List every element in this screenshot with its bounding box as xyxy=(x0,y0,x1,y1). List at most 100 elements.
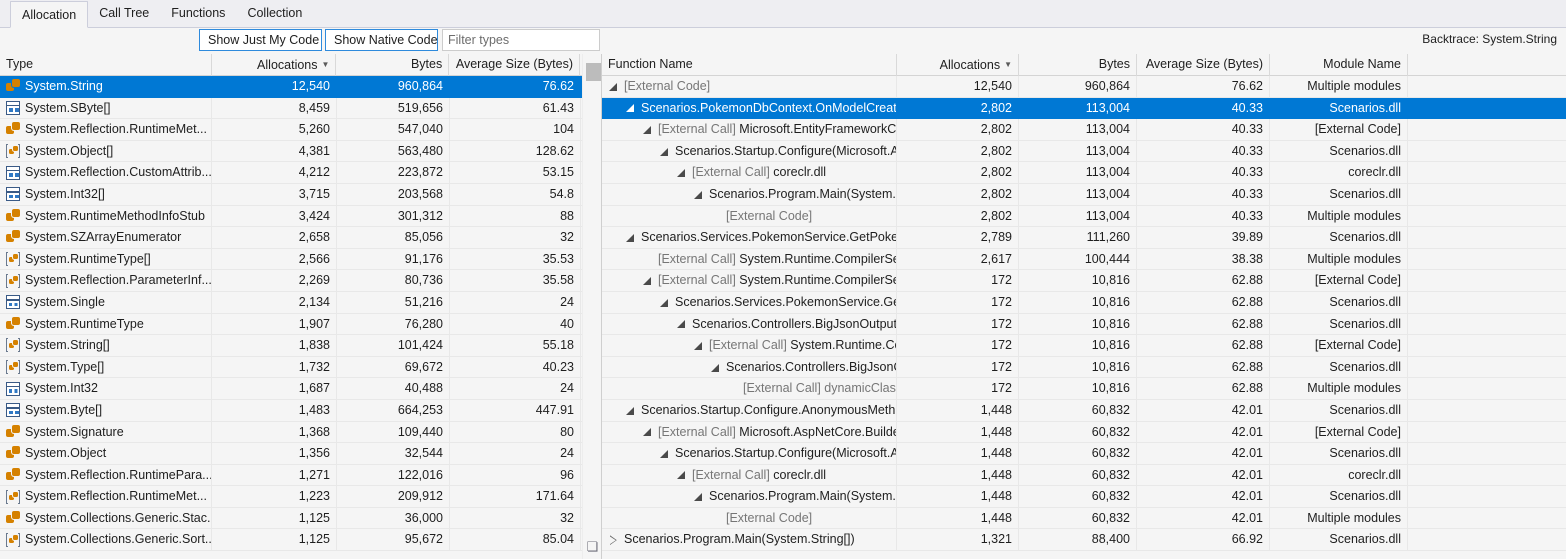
table-row[interactable]: System.Reflection.CustomAttrib... 4,212 22… xyxy=(0,162,601,184)
show-native-code-button[interactable]: Show Native Code xyxy=(325,29,438,51)
table-row[interactable]: System.Reflection.ParameterInf... 2,269 80… xyxy=(0,270,601,292)
collapse-triangle-icon[interactable] xyxy=(625,405,636,416)
tree-row[interactable]: Scenarios.PokemonDbContext.OnModelCreat.… xyxy=(602,97,1566,120)
bytes-cell: 36,000 xyxy=(337,507,450,529)
table-row[interactable]: System.Reflection.RuntimePara... 1,271 122… xyxy=(0,464,601,487)
table-row[interactable]: System.Int32 1,687 40,488 24 xyxy=(0,378,601,400)
collapse-triangle-icon[interactable] xyxy=(642,275,653,286)
bt-bytes-cell: 10,816 xyxy=(1019,378,1137,399)
table-row[interactable]: System.RuntimeMethodInfoStub 3,424 301,312… xyxy=(0,205,601,228)
collapse-triangle-icon[interactable] xyxy=(625,232,636,243)
table-row[interactable]: System.Type[] 1,732 69,672 40.23 xyxy=(0,356,601,379)
chevron-down-icon[interactable]: ❏ xyxy=(583,540,602,553)
tab-call-tree[interactable]: Call Tree xyxy=(88,0,160,27)
tree-row[interactable]: Scenarios.Startup.Configure(Microsoft.As… xyxy=(602,443,1566,465)
type-cell: System.Object[] xyxy=(0,140,212,162)
bytes-cell: 95,672 xyxy=(337,529,450,551)
collapse-triangle-icon[interactable] xyxy=(642,124,653,135)
tree-row[interactable]: [External Call] Microsoft.EntityFramewor… xyxy=(602,119,1566,141)
column-header-bytes[interactable]: Bytes xyxy=(336,54,450,76)
function-name-text: System.Runtime.CompilerSer... xyxy=(739,273,897,288)
table-row[interactable]: System.SByte[] 8,459 519,656 61.43 xyxy=(0,97,601,120)
collapse-triangle-icon[interactable] xyxy=(659,146,670,157)
tree-row[interactable]: Scenarios.Controllers.BigJsonOutp...1721… xyxy=(602,356,1566,379)
tree-row[interactable]: Scenarios.Controllers.BigJsonOutputC... 1… xyxy=(602,313,1566,336)
collapse-triangle-icon[interactable] xyxy=(676,167,687,178)
tree-row[interactable]: [External Code] 12,540 960,864 76.62 Multipl… xyxy=(602,76,1566,98)
column-header-type[interactable]: Type xyxy=(0,54,212,76)
collapse-triangle-icon[interactable] xyxy=(659,448,670,459)
collapse-triangle-icon[interactable] xyxy=(642,426,653,437)
class-icon xyxy=(6,208,20,223)
table-row[interactable]: System.Int32[] 3,715 203,568 54.8 xyxy=(0,183,601,206)
table-row[interactable]: System.Reflection.RuntimeMet... 1,223 209,… xyxy=(0,486,601,508)
table-row[interactable]: System.SZArrayEnumerator 2,658 85,056 32 xyxy=(0,227,601,249)
collapse-triangle-icon[interactable] xyxy=(659,297,670,308)
tab-functions[interactable]: Functions xyxy=(160,0,236,27)
tree-row[interactable]: Scenarios.Startup.Configure(Microsoft.As… xyxy=(602,140,1566,163)
table-row[interactable]: System.Object[] 4,381 563,480 128.62 xyxy=(0,140,601,163)
table-row[interactable]: System.Collections.Generic.Sort... 1,125 9… xyxy=(0,529,601,552)
bt-bytes-cell: 960,864 xyxy=(1019,76,1137,97)
tree-row[interactable]: Scenarios.Services.PokemonService.GetP..… xyxy=(602,291,1566,314)
column-header-function-name[interactable]: Function Name xyxy=(602,54,897,76)
table-row[interactable]: System.Reflection.RuntimeMet... 5,260 547,… xyxy=(0,119,601,141)
tree-row[interactable]: Scenarios.Program.Main(System.Stri...2,8… xyxy=(602,183,1566,206)
column-header-bt-allocations[interactable]: Allocations ▼ xyxy=(897,54,1019,76)
table-row[interactable]: System.Signature 1,368 109,440 80 xyxy=(0,421,601,444)
table-row[interactable]: System.Object 1,356 32,544 24 xyxy=(0,443,601,465)
table-row[interactable]: System.Single 2,134 51,216 24 xyxy=(0,291,601,314)
bytes-cell: 664,253 xyxy=(337,399,450,421)
collapse-triangle-icon[interactable] xyxy=(693,340,704,351)
tree-row[interactable]: Scenarios.Services.PokemonService.GetPok… xyxy=(602,227,1566,249)
tree-row[interactable]: [External Call] System.Runtime.Com...172… xyxy=(602,335,1566,357)
function-name: Scenarios.PokemonDbContext.OnModelCreat.… xyxy=(641,98,896,119)
table-row[interactable]: System.String 12,540 960,864 76.62 xyxy=(0,76,601,98)
tree-row[interactable]: Scenarios.Startup.Configure.AnonymousMet… xyxy=(602,399,1566,422)
collapse-triangle-icon[interactable] xyxy=(676,469,687,480)
function-name: [External Call] coreclr.dll xyxy=(692,162,826,183)
column-header-average-size[interactable]: Average Size (Bytes) xyxy=(449,54,581,76)
bt-bytes-cell: 111,260 xyxy=(1019,227,1137,248)
expand-triangle-icon[interactable] xyxy=(608,534,619,545)
tab-allocation[interactable]: Allocation xyxy=(10,1,89,28)
type-name: System.RuntimeType[] xyxy=(25,251,151,266)
table-row[interactable]: System.RuntimeType[] 2,566 91,176 35.53 xyxy=(0,248,601,271)
tree-row[interactable]: Scenarios.Program.Main(System.Stri...1,4… xyxy=(602,486,1566,508)
collapse-triangle-icon[interactable] xyxy=(625,102,636,113)
function-name-text: Scenarios.Controllers.BigJsonOutputC... xyxy=(692,316,897,331)
tree-row[interactable]: [External Call] coreclr.dll 2,802 113,004 4… xyxy=(602,162,1566,184)
collapse-triangle-icon[interactable] xyxy=(608,81,619,92)
table-row[interactable]: System.String[] 1,838 101,424 55.18 xyxy=(0,335,601,357)
class-icon xyxy=(6,122,20,136)
tree-row[interactable]: [External Call] Microsoft.AspNetCore.Bui… xyxy=(602,421,1566,444)
types-grid-scrollbar[interactable]: ❏ xyxy=(582,54,601,559)
bytes-cell: 32,544 xyxy=(337,443,450,464)
tree-row[interactable]: [External Call] System.Runtime.CompilerS… xyxy=(602,248,1566,271)
type-cell: System.Single xyxy=(0,291,212,313)
column-header-bt-bytes[interactable]: Bytes xyxy=(1019,54,1137,76)
collapse-triangle-icon[interactable] xyxy=(693,189,704,200)
tree-row[interactable]: [External Code] 1,448 60,832 42.01 Multiple … xyxy=(602,507,1566,530)
column-header-module-name[interactable]: Module Name xyxy=(1270,54,1408,76)
types-grid-scroll-thumb[interactable] xyxy=(586,63,601,81)
table-row[interactable]: System.Byte[] 1,483 664,253 447.91 xyxy=(0,399,601,422)
column-header-bt-average-size[interactable]: Average Size (Bytes) xyxy=(1137,54,1270,76)
tree-row[interactable]: [External Call] System.Runtime.CompilerS… xyxy=(602,270,1566,292)
tree-row[interactable]: Scenarios.Program.Main(System.String[]) 1… xyxy=(602,529,1566,552)
external-call-prefix: [External Call] xyxy=(709,338,791,353)
table-row[interactable]: System.Collections.Generic.Stac... 1,125 3… xyxy=(0,507,601,530)
allocations-cell: 1,356 xyxy=(212,443,337,464)
module-name-cell: Scenarios.dll xyxy=(1270,529,1408,551)
table-row[interactable]: System.RuntimeType 1,907 76,280 40 xyxy=(0,313,601,336)
tab-collection[interactable]: Collection xyxy=(236,0,313,27)
column-header-allocations[interactable]: Allocations ▼ xyxy=(212,54,337,76)
collapse-triangle-icon[interactable] xyxy=(676,318,687,329)
collapse-triangle-icon[interactable] xyxy=(710,362,721,373)
tree-row[interactable]: [External Code] 2,802 113,004 40.33 Multiple… xyxy=(602,205,1566,228)
show-just-my-code-button[interactable]: Show Just My Code xyxy=(199,29,322,51)
filter-types-input[interactable]: Filter types xyxy=(442,29,600,51)
tree-row[interactable]: [External Call] coreclr.dll 1,448 60,832 42… xyxy=(602,464,1566,487)
tree-row[interactable]: [External Call] dynamicClass.lam...17210… xyxy=(602,378,1566,400)
collapse-triangle-icon[interactable] xyxy=(693,491,704,502)
